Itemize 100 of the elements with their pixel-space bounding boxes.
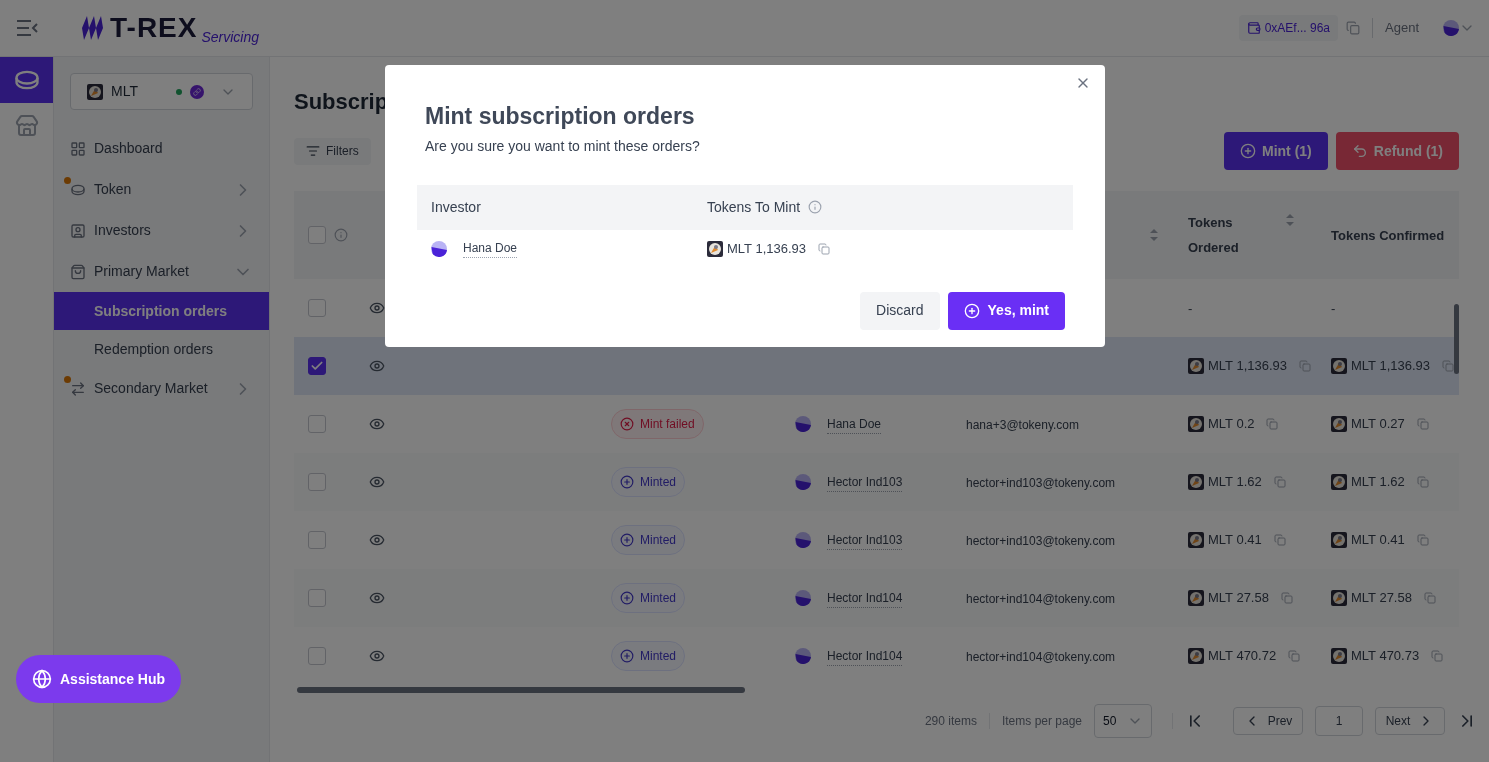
token-amount: MLT 1,136.93 [1208, 357, 1287, 376]
investor-link[interactable]: Hector Ind104 [827, 646, 903, 666]
investor-link[interactable]: Hana Doe [827, 414, 882, 434]
copy-icon[interactable] [1423, 592, 1436, 604]
assistance-hub-button[interactable]: Assistance Hub [16, 655, 182, 703]
table-cell: hector+ind103@tokeny.com [966, 534, 1116, 548]
token-icon [1331, 416, 1347, 432]
token-amount: MLT 1.62 [1351, 473, 1405, 492]
view-icon[interactable] [369, 300, 385, 316]
view-icon[interactable] [369, 474, 385, 490]
next-button[interactable]: Next [1375, 707, 1445, 735]
token-amount: MLT 1,136.93 [1351, 357, 1430, 376]
token-symbol: MLT [111, 82, 138, 101]
token-icon [1188, 358, 1204, 374]
prev-button[interactable]: Prev [1233, 707, 1303, 735]
page-field[interactable]: 1 [1315, 706, 1363, 736]
items-per-page-label: Items per page [1001, 713, 1082, 730]
filters-button[interactable]: Filters [294, 137, 371, 165]
copy-icon[interactable] [1416, 476, 1429, 488]
view-icon[interactable] [369, 358, 385, 374]
token-icon [1331, 474, 1347, 490]
rail-item[interactable] [0, 57, 53, 103]
confirm-button[interactable]: Yes, mint [947, 291, 1065, 330]
status-badge: Minted [611, 641, 686, 671]
token-amount: MLT 1,136.93 [727, 239, 806, 258]
view-icon[interactable] [369, 532, 385, 548]
wallet-icon [1246, 21, 1261, 35]
filter-icon [306, 144, 320, 158]
copy-icon[interactable] [1266, 418, 1279, 430]
column-header: Tokens To Mint [707, 197, 801, 217]
view-icon[interactable] [369, 416, 385, 432]
copy-icon[interactable] [818, 242, 830, 255]
refund-button[interactable]: Refund (1) [1335, 132, 1459, 170]
status-badge: Minted [611, 583, 686, 613]
token-amount: MLT 0.41 [1208, 531, 1262, 550]
per-page-select[interactable]: 50 [1094, 704, 1152, 738]
mint-button[interactable]: Mint (1) [1224, 132, 1328, 170]
logo-subtitle: Servicing [201, 30, 260, 44]
copy-icon[interactable] [1288, 650, 1301, 662]
plus-circle-icon [620, 591, 634, 605]
view-icon[interactable] [369, 590, 385, 606]
copy-icon[interactable] [1299, 360, 1311, 372]
plus-circle-icon [963, 302, 980, 319]
modal-title: Mint subscription orders [425, 102, 696, 131]
role-label: Agent [1385, 19, 1419, 38]
column-header: Investor [430, 197, 482, 217]
plus-circle-icon [1240, 143, 1256, 159]
nav-item[interactable]: Token [54, 169, 269, 210]
view-icon[interactable] [369, 648, 385, 664]
nav-item[interactable]: Primary Market [54, 251, 269, 292]
copy-icon[interactable] [1431, 650, 1444, 662]
undo-icon [1351, 143, 1368, 159]
copy-icon[interactable] [1280, 592, 1293, 604]
token-amount: MLT 1.62 [1208, 473, 1262, 492]
wallet-chip[interactable]: 0xAEf... 96a [1238, 15, 1338, 41]
token-icon [1331, 648, 1347, 664]
user-card-icon [70, 222, 86, 239]
nav-subitem[interactable]: Subscription orders [54, 292, 269, 330]
page-title: Subscrip [294, 87, 389, 116]
investor-avatar [795, 474, 811, 490]
table-cell: hector+ind104@tokeny.com [966, 592, 1116, 606]
investor-link[interactable]: Hana Doe [463, 239, 518, 258]
token-icon [1188, 590, 1204, 606]
plus-circle-icon [620, 533, 634, 547]
copy-icon[interactable] [1273, 534, 1286, 546]
logo-text: T-REX [110, 14, 198, 42]
sort-icon[interactable] [1150, 229, 1158, 241]
token-amount: MLT 470.73 [1351, 647, 1420, 666]
investor-link[interactable]: Hector Ind103 [827, 530, 903, 550]
copy-icon[interactable] [1346, 21, 1360, 35]
token-icon [1188, 474, 1204, 490]
token-icon [1331, 590, 1347, 606]
status-badge: Minted [611, 525, 686, 555]
nav-subitem[interactable]: Redemption orders [54, 330, 269, 368]
horizontal-scrollbar[interactable] [297, 687, 745, 693]
link-icon [190, 84, 204, 99]
investor-link[interactable]: Hector Ind103 [827, 472, 903, 492]
investor-link[interactable]: Hector Ind104 [827, 588, 903, 608]
vertical-scrollbar[interactable] [1454, 304, 1459, 374]
investor-avatar [795, 648, 811, 664]
token-amount: MLT 0.41 [1351, 531, 1405, 550]
token-selector[interactable]: MLT [70, 73, 253, 110]
check-icon [310, 359, 324, 373]
sort-icon[interactable] [1286, 214, 1294, 226]
table-cell: hector+ind104@tokeny.com [966, 650, 1116, 664]
x-circle-icon [620, 417, 634, 431]
copy-icon[interactable] [1416, 534, 1429, 546]
nav-item[interactable]: Dashboard [54, 128, 269, 169]
investor-avatar [795, 532, 811, 548]
checkbox[interactable] [308, 357, 326, 375]
copy-icon[interactable] [1442, 360, 1454, 372]
nav-item[interactable]: Investors [54, 210, 269, 251]
nav-item[interactable]: Secondary Market [54, 368, 269, 409]
plus-circle-icon [620, 649, 634, 663]
menu-collapse-icon[interactable] [15, 18, 39, 38]
copy-icon[interactable] [1416, 418, 1429, 430]
copy-icon[interactable] [1273, 476, 1286, 488]
discard-button[interactable]: Discard [860, 291, 940, 330]
bag-icon [70, 263, 86, 280]
modal-message: Are you sure you want to mint these orders? [425, 136, 701, 156]
